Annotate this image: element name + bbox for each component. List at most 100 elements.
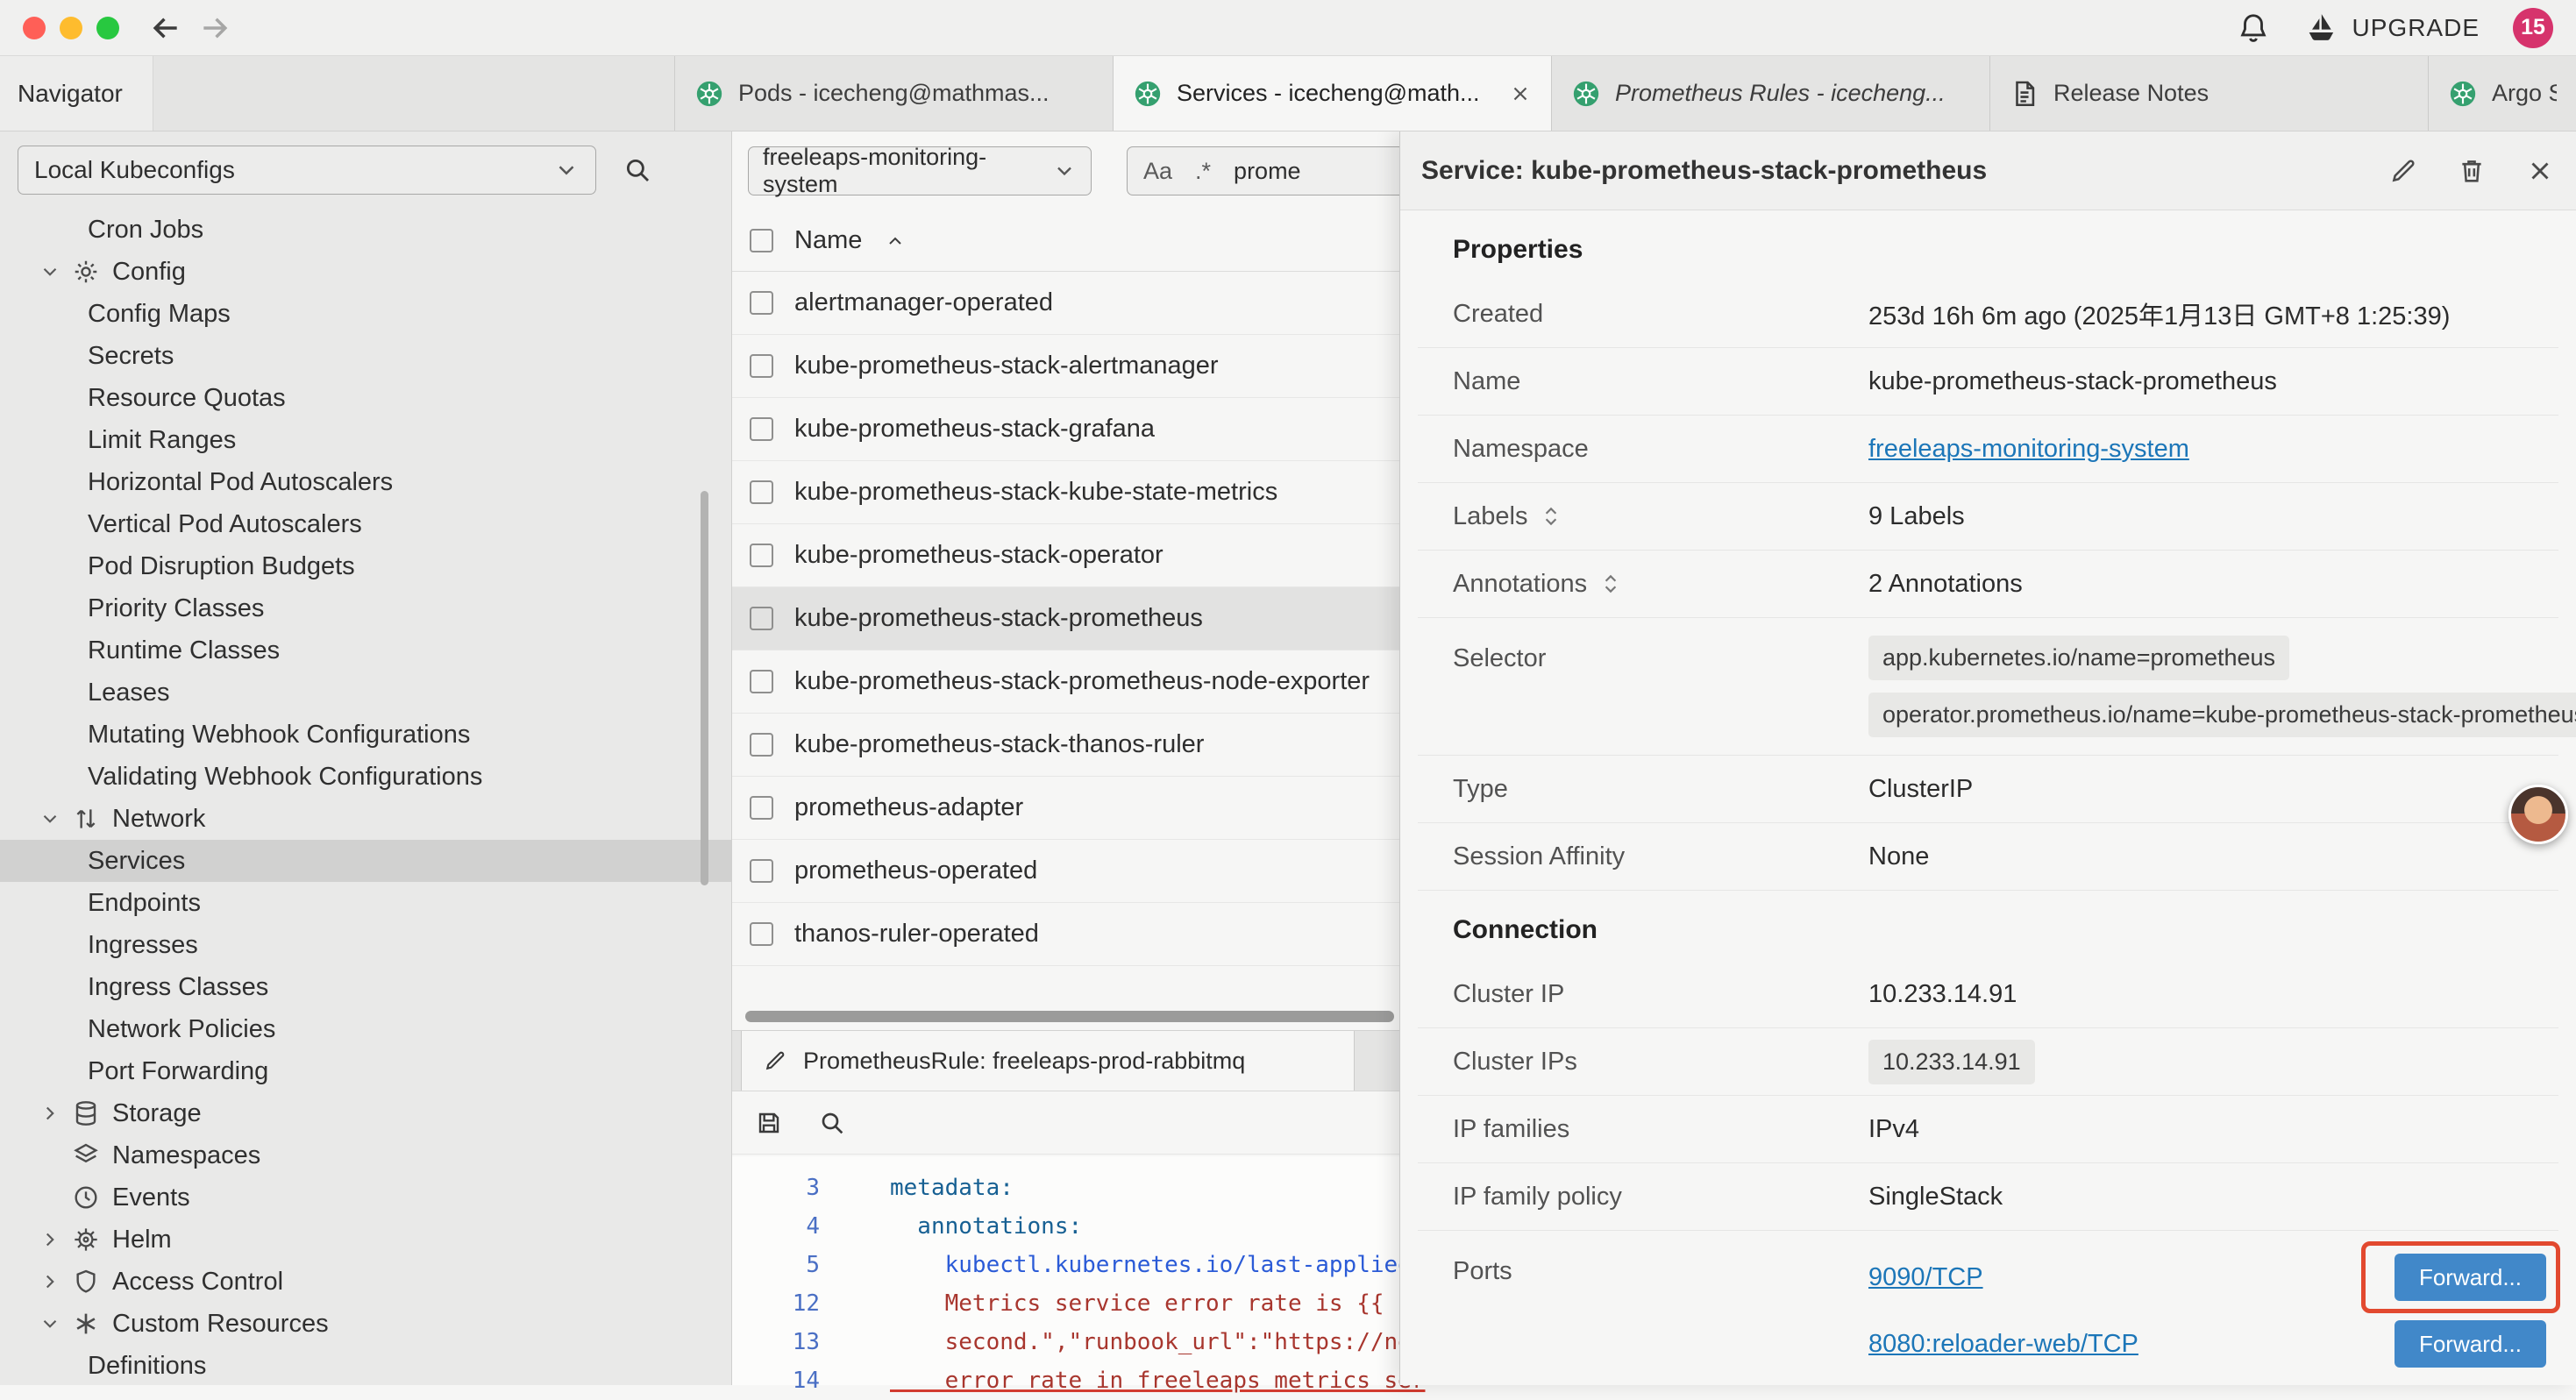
tab-prometheus-rules-icecheng[interactable]: Prometheus Rules - icecheng... [1552,56,1990,131]
notifications-bell-icon[interactable] [2237,11,2270,45]
row-checkbox[interactable] [750,733,773,757]
sidebar-item-leases[interactable]: Leases [0,672,731,714]
search-icon[interactable] [818,1109,846,1137]
dock-tab-prometheusrule[interactable]: PrometheusRule: freeleaps-prod-rabbitmq [741,1031,1355,1091]
sort-ascending-icon[interactable] [885,231,906,252]
save-icon[interactable] [755,1109,783,1137]
window-minimize-button[interactable] [60,17,82,39]
drawer-row-label: Type [1453,775,1868,804]
sidebar-item-resource-quotas[interactable]: Resource Quotas [0,377,731,419]
edit-pencil-icon[interactable] [2388,156,2418,186]
sidebar-item-pod-disruption-budgets[interactable]: Pod Disruption Budgets [0,545,731,587]
upgrade-button[interactable]: UPGRADE [2303,11,2480,46]
namespace-filter-select[interactable]: freeleaps-monitoring-system [748,146,1092,195]
kubernetes-icon [694,79,724,109]
drawer-row-label: Namespace [1453,435,1868,464]
sidebar-item-events[interactable]: Events [0,1176,731,1219]
close-icon[interactable] [1509,82,1532,105]
row-name: alertmanager-operated [794,288,1053,317]
row-checkbox[interactable] [750,417,773,441]
sidebar-item-label: Mutating Webhook Configurations [88,721,470,750]
updown-icon[interactable] [1540,502,1562,530]
caret-down-icon[interactable] [39,260,72,283]
row-checkbox[interactable] [750,607,773,630]
delete-trash-icon[interactable] [2457,156,2487,186]
sidebar-item-config-maps[interactable]: Config Maps [0,293,731,335]
sidebar-item-label: Endpoints [88,889,201,918]
drawer-row-value: 2 Annotations [1868,570,2023,599]
row-checkbox[interactable] [750,354,773,378]
match-case-toggle[interactable]: Aa [1143,158,1172,185]
tab-services-icecheng-math[interactable]: Services - icecheng@math... [1114,56,1552,131]
sidebar-item-limit-ranges[interactable]: Limit Ranges [0,419,731,461]
row-checkbox[interactable] [750,670,773,693]
port-forward-button[interactable]: Forward... [2395,1320,2546,1368]
sidebar-item-priority-classes[interactable]: Priority Classes [0,587,731,629]
port-forward-button[interactable]: Forward... [2395,1254,2546,1301]
kubeconfig-selector[interactable]: Local Kubeconfigs [18,146,596,195]
caret-down-icon[interactable] [39,1312,72,1335]
sidebar-item-label: Horizontal Pod Autoscalers [88,468,393,497]
caret-right-icon[interactable] [39,1228,72,1251]
sidebar-item-namespaces[interactable]: Namespaces [0,1134,731,1176]
sidebar-item-services[interactable]: Services [0,840,731,882]
caret-right-icon[interactable] [39,1270,72,1293]
select-all-checkbox[interactable] [750,229,773,252]
port-link[interactable]: 9090/TCP [1868,1263,1983,1292]
sidebar-item-config[interactable]: Config [0,251,731,293]
row-checkbox[interactable] [750,922,773,946]
sidebar-item-mutating-webhook-configurations[interactable]: Mutating Webhook Configurations [0,714,731,756]
tab-label: Release Notes [2053,80,2409,107]
sidebar-item-network[interactable]: Network [0,798,731,840]
row-checkbox[interactable] [750,291,773,315]
sidebar-item-runtime-classes[interactable]: Runtime Classes [0,629,731,672]
row-checkbox[interactable] [750,859,773,883]
tab-argo-se[interactable]: Argo Se [2429,56,2576,131]
sidebar-item-custom-resources[interactable]: Custom Resources [0,1303,731,1345]
namespace-link[interactable]: freeleaps-monitoring-system [1868,435,2189,464]
navigator-tab[interactable]: Navigator [0,56,153,131]
sidebar-item-validating-webhook-configurations[interactable]: Validating Webhook Configurations [0,756,731,798]
row-checkbox[interactable] [750,544,773,567]
sidebar-item-network-policies[interactable]: Network Policies [0,1008,731,1050]
sidebar-item-definitions[interactable]: Definitions [0,1345,731,1385]
sidebar-item-ingresses[interactable]: Ingresses [0,924,731,966]
close-icon[interactable] [2525,156,2555,186]
sidebar-item-secrets[interactable]: Secrets [0,335,731,377]
sidebar-item-cron-jobs[interactable]: Cron Jobs [0,209,731,251]
table-search-input[interactable]: Aa .* prome [1127,146,1416,195]
sidebar-scrollbar[interactable] [701,491,708,885]
forward-icon[interactable] [198,11,231,45]
caret-down-icon[interactable] [39,807,72,830]
caret-right-icon[interactable] [39,1102,72,1125]
sidebar-item-helm[interactable]: Helm [0,1219,731,1261]
sidebar-item-endpoints[interactable]: Endpoints [0,882,731,924]
user-avatar[interactable] [2508,785,2568,844]
table-horizontal-scrollbar[interactable] [745,1011,1394,1022]
sidebar-item-ingress-classes[interactable]: Ingress Classes [0,966,731,1008]
back-icon[interactable] [149,11,182,45]
tab-pods-icecheng-mathmas[interactable]: Pods - icecheng@mathmas... [675,56,1114,131]
name-column-header[interactable]: Name [794,226,862,255]
sidebar-item-horizontal-pod-autoscalers[interactable]: Horizontal Pod Autoscalers [0,461,731,503]
notification-count-badge[interactable]: 15 [2513,8,2553,48]
sidebar-item-port-forwarding[interactable]: Port Forwarding [0,1050,731,1092]
upgrade-label: UPGRADE [2352,14,2480,42]
updown-icon[interactable] [1599,570,1622,598]
drawer-row-name: Namekube-prometheus-stack-prometheus [1418,348,2558,416]
sidebar-item-access-control[interactable]: Access Control [0,1261,731,1303]
window-close-button[interactable] [23,17,46,39]
search-icon[interactable] [623,155,652,185]
row-checkbox[interactable] [750,480,773,504]
window-zoom-button[interactable] [96,17,119,39]
row-checkbox[interactable] [750,796,773,820]
drawer-label-text: Cluster IPs [1453,1048,1577,1077]
tab-release-notes[interactable]: Release Notes [1990,56,2429,131]
code-text: error rate in freeleaps metrics ser [846,1368,1425,1394]
regex-toggle[interactable]: .* [1195,158,1211,185]
port-link[interactable]: 8080:reloader-web/TCP [1868,1330,2138,1359]
sidebar-item-vertical-pod-autoscalers[interactable]: Vertical Pod Autoscalers [0,503,731,545]
kubernetes-icon [1133,79,1163,109]
sidebar-item-storage[interactable]: Storage [0,1092,731,1134]
sidebar-item-label: Network Policies [88,1015,275,1044]
